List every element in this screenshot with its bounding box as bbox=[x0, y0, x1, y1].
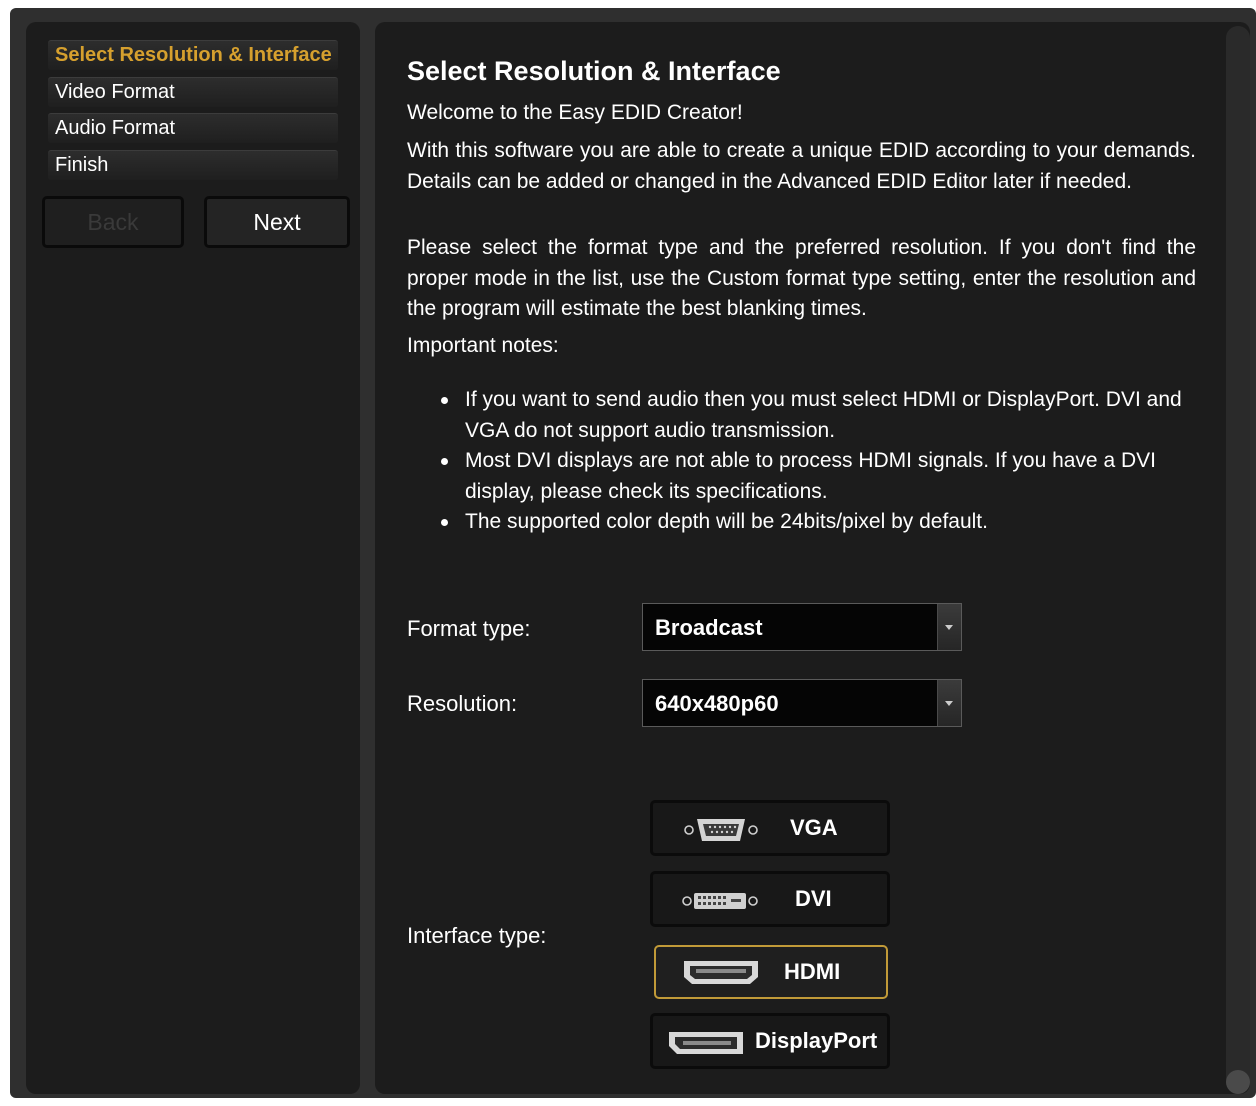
dvi-connector-icon bbox=[682, 893, 758, 909]
instructions-text: Please select the format type and the pr… bbox=[407, 236, 1196, 320]
notes-heading: Important notes: bbox=[407, 334, 559, 357]
wizard-steps-panel bbox=[26, 22, 360, 1094]
format-type-select[interactable]: Broadcast bbox=[642, 603, 962, 651]
resolution-value: 640x480p60 bbox=[655, 691, 779, 716]
back-button: Back bbox=[42, 196, 184, 248]
intro-text: With this software you are able to creat… bbox=[407, 139, 1196, 193]
page-title: Select Resolution & Interface bbox=[407, 56, 781, 86]
hdmi-connector-icon bbox=[684, 961, 758, 984]
displayport-connector-icon bbox=[669, 1032, 743, 1054]
step-select-resolution-interface[interactable]: Select Resolution & Interface bbox=[48, 40, 338, 70]
interface-dvi-button[interactable]: DVI bbox=[650, 871, 890, 927]
step-audio-format[interactable]: Audio Format bbox=[48, 113, 338, 143]
interface-hdmi-label: HDMI bbox=[784, 959, 841, 984]
chevron-down-icon[interactable] bbox=[937, 680, 961, 726]
note-item: Most DVI displays are not able to proces… bbox=[437, 446, 1197, 507]
next-button[interactable]: Next bbox=[204, 196, 350, 248]
interface-dvi-label: DVI bbox=[795, 886, 832, 911]
important-notes-list: If you want to send audio then you must … bbox=[437, 385, 1197, 538]
resolution-label: Resolution: bbox=[407, 691, 518, 716]
step-video-format[interactable]: Video Format bbox=[48, 77, 338, 107]
interface-vga-button[interactable]: VGA bbox=[650, 800, 890, 856]
interface-displayport-button[interactable]: DisplayPort bbox=[650, 1013, 890, 1069]
interface-displayport-label: DisplayPort bbox=[755, 1028, 878, 1053]
chevron-down-icon[interactable] bbox=[937, 604, 961, 650]
vertical-scrollbar[interactable] bbox=[1226, 26, 1250, 1094]
vga-connector-icon bbox=[684, 819, 758, 841]
welcome-text: Welcome to the Easy EDID Creator! bbox=[407, 101, 743, 124]
resolution-select[interactable]: 640x480p60 bbox=[642, 679, 962, 727]
format-type-value: Broadcast bbox=[655, 615, 763, 640]
note-item: The supported color depth will be 24bits… bbox=[437, 507, 1197, 538]
interface-vga-label: VGA bbox=[790, 815, 838, 840]
step-finish[interactable]: Finish bbox=[48, 150, 338, 180]
interface-hdmi-button[interactable]: HDMI bbox=[654, 945, 888, 999]
scrollbar-thumb[interactable] bbox=[1226, 1070, 1250, 1094]
interface-type-label: Interface type: bbox=[407, 923, 547, 948]
note-item: If you want to send audio then you must … bbox=[437, 385, 1197, 446]
format-type-label: Format type: bbox=[407, 616, 531, 641]
